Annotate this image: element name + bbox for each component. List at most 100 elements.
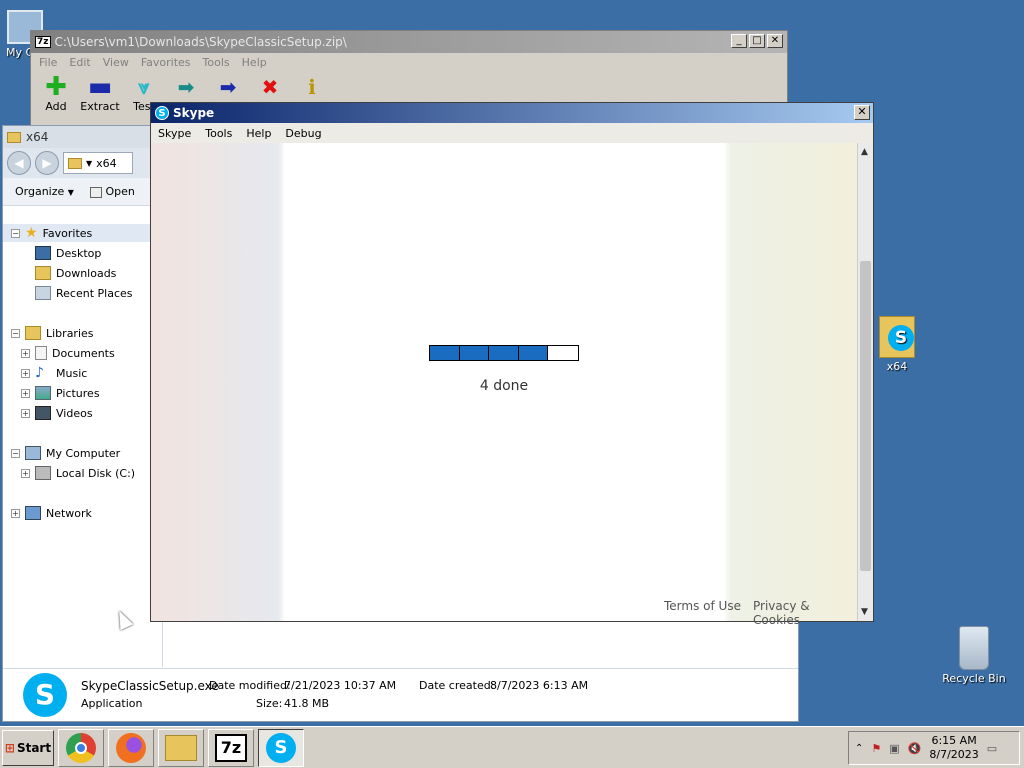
volume-muted-icon[interactable]: 🔇 (908, 742, 922, 755)
skype-titlebar[interactable]: S Skype ✕ (151, 103, 873, 123)
nav-music-label: Music (56, 366, 88, 380)
7zip-logo-icon: 7z (35, 36, 51, 48)
plus-icon: ✚ (45, 72, 67, 102)
clock-time: 6:15 AM (931, 734, 977, 747)
address-input[interactable]: ▼ x64 (63, 152, 133, 174)
desktop-icon-recycle-bin[interactable]: Recycle Bin (934, 626, 1014, 685)
scroll-thumb[interactable] (860, 261, 871, 571)
expand-icon[interactable]: + (21, 388, 30, 398)
chrome-icon (66, 732, 96, 763)
folder-icon (68, 157, 82, 169)
network-icon (25, 506, 41, 520)
pictures-icon (35, 386, 51, 400)
nav-documents[interactable]: + Documents (21, 344, 115, 362)
terms-link[interactable]: Terms of Use (664, 599, 741, 613)
collapse-icon[interactable]: − (11, 328, 20, 338)
back-button[interactable]: ◀ (7, 151, 31, 175)
skype-scrollbar[interactable]: ▲ ▼ (857, 143, 873, 621)
videos-icon (35, 406, 51, 420)
collapse-icon[interactable]: − (11, 228, 20, 238)
scroll-up-icon[interactable]: ▲ (861, 147, 868, 157)
scroll-down-icon[interactable]: ▼ (861, 607, 868, 617)
nav-downloads[interactable]: Downloads (35, 264, 116, 282)
minus-icon: ▬ (87, 72, 113, 102)
7zip-menubar: File Edit View Favorites Tools Help (31, 53, 787, 72)
taskbar-chrome[interactable] (58, 728, 104, 767)
windows-logo-icon: ⊞ (4, 740, 15, 755)
firefox-icon (116, 732, 146, 763)
documents-icon (35, 346, 47, 360)
skype-icon: S (266, 732, 296, 763)
show-hidden-icons-icon[interactable]: ⌃ (855, 743, 863, 754)
menu-view[interactable]: View (103, 56, 129, 69)
expand-icon[interactable]: + (21, 408, 30, 418)
show-desktop-icon[interactable]: ▭ (987, 742, 997, 755)
nav-pictures[interactable]: + Pictures (21, 384, 100, 402)
collapse-icon[interactable]: − (11, 448, 20, 458)
nav-favorites[interactable]: − ★ Favorites (3, 224, 161, 242)
close-button[interactable]: ✕ (767, 34, 783, 48)
nav-desktop[interactable]: Desktop (35, 244, 101, 262)
open-button[interactable]: Open (89, 185, 135, 198)
folder-icon (7, 131, 21, 143)
nav-videos[interactable]: + Videos (21, 404, 93, 422)
menu-help[interactable]: Help (242, 56, 267, 69)
details-size-value: 41.8 MB (284, 697, 330, 710)
7zip-titlebar[interactable]: 7z C:\Users\vm1\Downloads\SkypeClassicSe… (31, 31, 787, 53)
menu-skype[interactable]: Skype (158, 127, 191, 140)
nav-libraries-label: Libraries (46, 326, 94, 340)
nav-network[interactable]: + Network (11, 504, 92, 522)
taskbar-firefox[interactable] (108, 728, 154, 767)
taskbar-7zip[interactable]: 7z (208, 728, 254, 767)
7zip-icon: 7z (215, 733, 247, 762)
menu-help[interactable]: Help (246, 127, 271, 140)
menu-debug[interactable]: Debug (285, 127, 321, 140)
info-icon: ℹ (308, 75, 316, 99)
desktop-icon (35, 246, 51, 260)
move-arrow-icon: ➡ (219, 75, 237, 99)
organize-button[interactable]: Organize ▼ (15, 185, 74, 198)
nav-music[interactable]: + ♪ Music (21, 364, 87, 382)
progress-segment (548, 346, 578, 360)
start-button[interactable]: ⊞ Start (2, 729, 54, 766)
taskbar-explorer[interactable] (158, 728, 204, 767)
navigation-pane: − ★ Favorites Desktop Downloads Recent P… (3, 212, 163, 667)
menu-tools[interactable]: Tools (205, 127, 232, 140)
recycle-bin-icon (959, 626, 989, 670)
extract-label: Extract (80, 100, 120, 113)
network-status-icon[interactable]: ▣ (889, 742, 899, 755)
nav-desktop-label: Desktop (56, 246, 102, 260)
expand-icon[interactable]: + (21, 348, 30, 358)
menu-favorites[interactable]: Favorites (141, 56, 191, 69)
menu-tools[interactable]: Tools (203, 56, 230, 69)
nav-recent-places[interactable]: Recent Places (35, 284, 133, 302)
menu-file[interactable]: File (39, 56, 57, 69)
extract-button[interactable]: ▬ Extract (77, 74, 123, 113)
menu-edit[interactable]: Edit (69, 56, 90, 69)
minimize-button[interactable]: _ (731, 34, 747, 48)
forward-button[interactable]: ▶ (35, 151, 59, 175)
taskbar-skype[interactable]: S (258, 728, 304, 767)
delete-x-icon: ✖ (261, 75, 279, 99)
nav-recent-label: Recent Places (56, 286, 133, 300)
skype-icon: S (155, 106, 169, 120)
chevron-down-icon[interactable]: ▼ (86, 159, 92, 168)
close-button[interactable]: ✕ (854, 105, 870, 120)
clock[interactable]: 6:15 AM 8/7/2023 (929, 734, 978, 762)
add-button[interactable]: ✚ Add (35, 74, 77, 113)
check-icon: ⩔ (138, 75, 150, 99)
nav-libraries[interactable]: − Libraries (11, 324, 94, 342)
nav-my-computer[interactable]: − My Computer (11, 444, 120, 462)
maximize-button[interactable]: □ (749, 34, 765, 48)
action-center-icon[interactable]: ⚑ (871, 742, 881, 755)
nav-favorites-label: Favorites (42, 226, 93, 240)
star-icon: ★ (25, 225, 38, 241)
progress-segment (459, 346, 490, 360)
expand-icon[interactable]: + (11, 508, 20, 518)
expand-icon[interactable]: + (21, 468, 30, 478)
chevron-down-icon: ▼ (67, 188, 74, 197)
expand-icon[interactable]: + (21, 368, 30, 378)
privacy-link[interactable]: Privacy & Cookies (753, 599, 858, 627)
nav-local-disk[interactable]: + Local Disk (C:) (21, 464, 135, 482)
skype-folder-icon: S (879, 316, 915, 358)
